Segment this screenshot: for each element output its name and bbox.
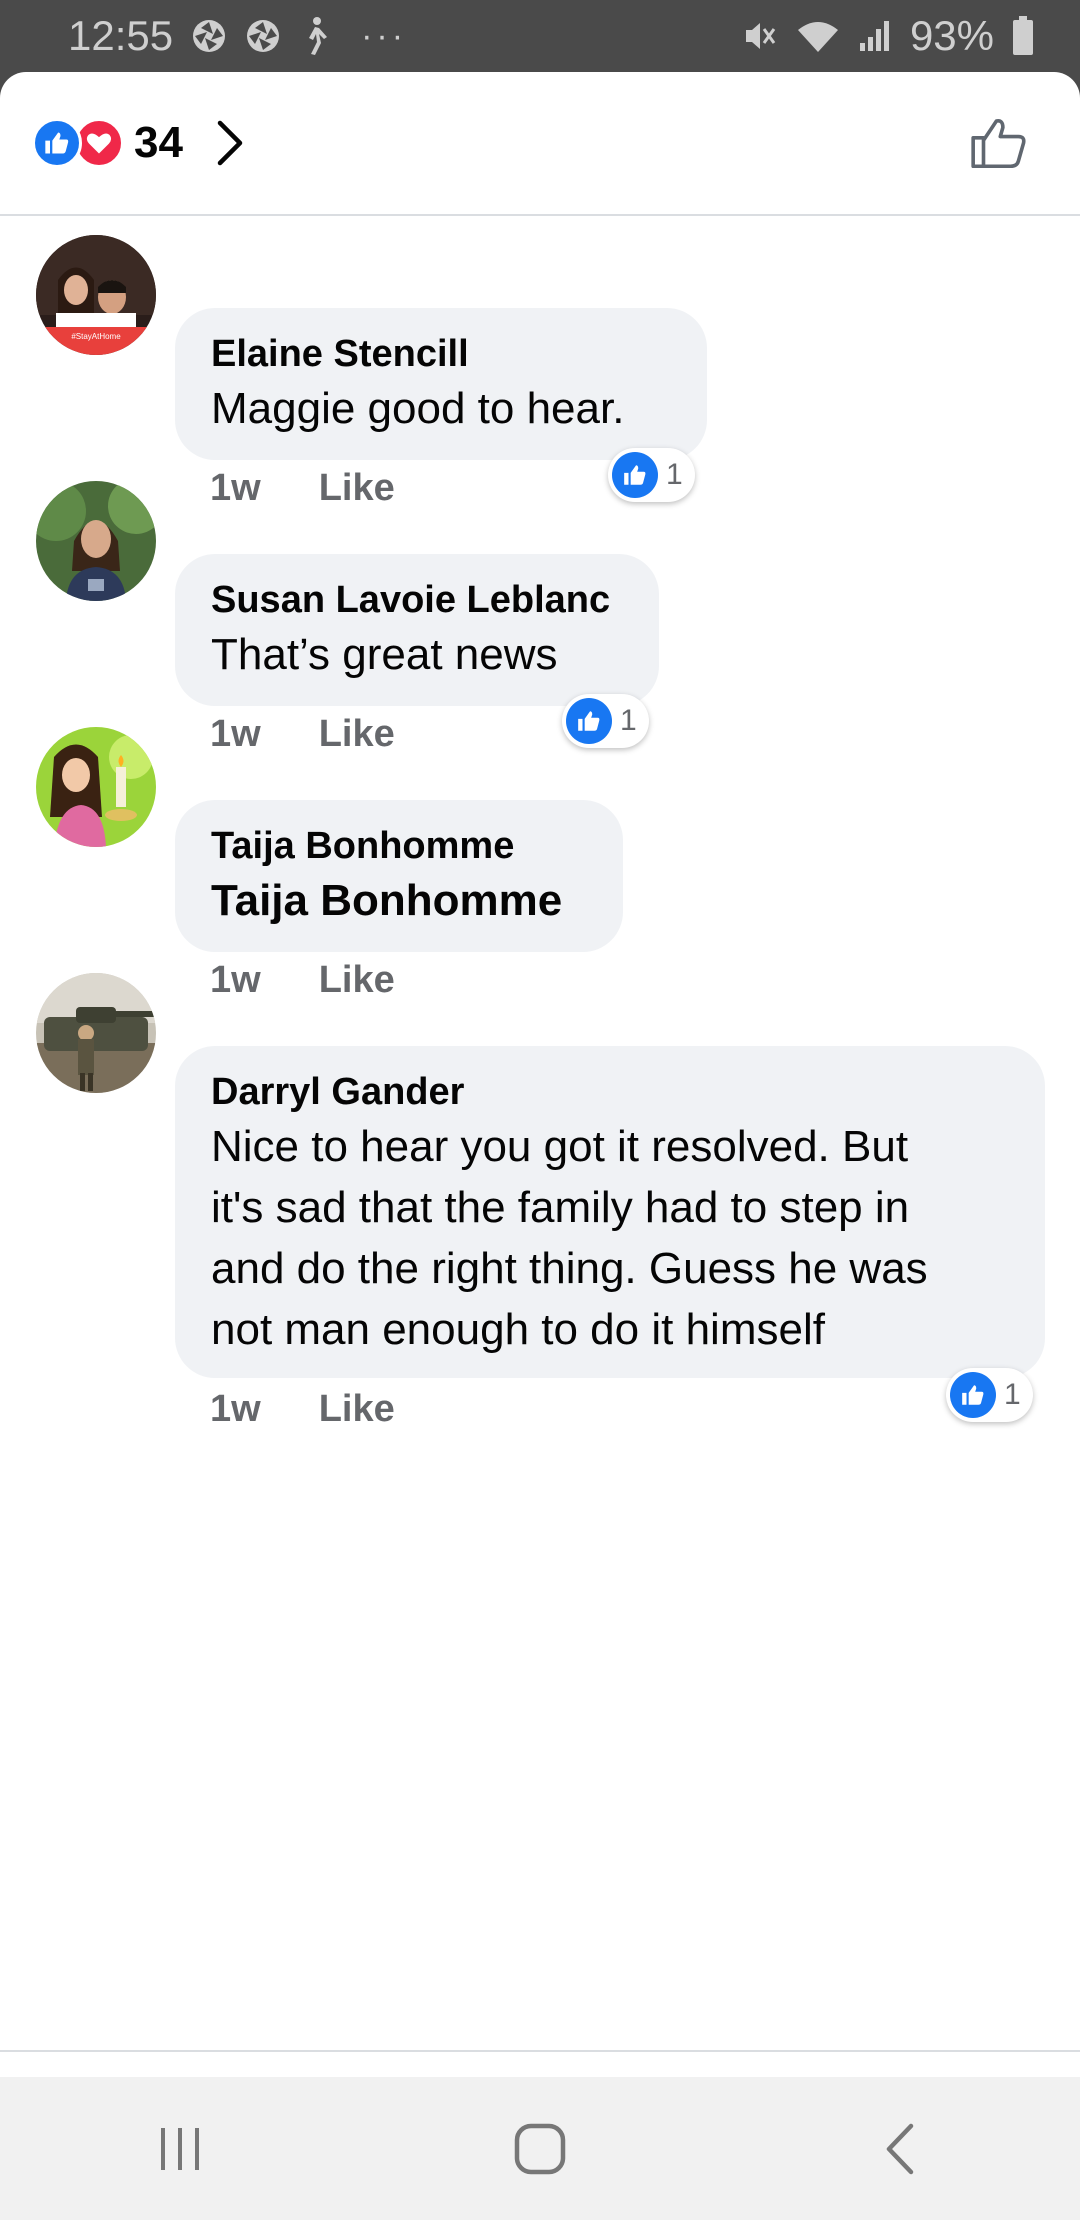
comment-author[interactable]: Susan Lavoie Leblanc (211, 576, 623, 624)
reaction-count: 34 (134, 118, 183, 167)
comment-text: Maggie good to hear. (211, 384, 625, 433)
comment-meta: 1w Like (210, 713, 395, 756)
avatar[interactable] (36, 481, 156, 601)
comment-bubble[interactable]: Taija Bonhomme Taija Bonhomme (175, 800, 623, 952)
comment-like-button[interactable]: Like (319, 959, 395, 1002)
status-bar: 12:55 ··· 93% (0, 0, 1080, 72)
like-reaction-icon (612, 452, 658, 498)
walking-icon (299, 16, 331, 56)
signal-icon (858, 19, 892, 53)
battery-percent: 93% (909, 12, 994, 59)
svg-text:#StayAtHome: #StayAtHome (71, 332, 121, 341)
reaction-count: 1 (1004, 1378, 1021, 1411)
comment-meta: 1w Like (210, 959, 395, 1002)
comment-reactions[interactable]: 1 (562, 694, 649, 748)
comments-sheet: 34 #StayAtHome Elaine Stencill Maggie go… (0, 72, 1080, 2077)
like-button[interactable] (966, 110, 1032, 176)
comment-text: Taija Bonhomme (211, 876, 563, 925)
back-button[interactable] (850, 2099, 950, 2199)
like-reaction-icon (950, 1372, 996, 1418)
comment-text-line: Nice to hear you got it resolved. But (211, 1122, 909, 1171)
reaction-count: 1 (620, 704, 637, 737)
comment-author[interactable]: Taija Bonhomme (211, 822, 587, 870)
recent-apps-icon (161, 2127, 199, 2170)
chevron-right-icon[interactable] (215, 118, 245, 168)
comment-like-button[interactable]: Like (319, 467, 395, 510)
reaction-count: 1 (666, 458, 683, 491)
like-reaction-icon (32, 118, 82, 168)
avatar[interactable]: #StayAtHome (36, 235, 156, 355)
comment-like-button[interactable]: Like (319, 1388, 395, 1431)
comment-meta: 1w Like (210, 1388, 395, 1431)
comment-text-line: and do the right thing. Guess he was (211, 1244, 928, 1293)
comment-reactions[interactable]: 1 (946, 1368, 1033, 1422)
wifi-icon (796, 18, 840, 54)
comment-bubble[interactable]: Susan Lavoie Leblanc That’s great news (175, 554, 659, 706)
like-reaction-icon (566, 698, 612, 744)
home-button[interactable] (490, 2099, 590, 2199)
comment-time[interactable]: 1w (210, 1388, 261, 1431)
thumbs-up-outline-icon (971, 119, 1026, 169)
mute-icon (740, 17, 778, 55)
reaction-summary[interactable]: 34 (32, 118, 245, 168)
sheet-bottom-divider (0, 2050, 1080, 2052)
comment-bubble[interactable]: Darryl Gander Nice to hear you got it re… (175, 1046, 1045, 1378)
comment-text: That’s great news (211, 630, 558, 679)
comment-text-line: not man enough to do it himself (211, 1305, 825, 1354)
comment-time[interactable]: 1w (210, 959, 261, 1002)
comment-bubble[interactable]: Elaine Stencill Maggie good to hear. (175, 308, 707, 460)
back-icon (886, 2123, 914, 2174)
avatar[interactable] (36, 973, 156, 1093)
comment-author[interactable]: Darryl Gander (211, 1068, 1009, 1116)
more-dots-icon: ··· (361, 16, 408, 55)
comment-reactions[interactable]: 1 (608, 448, 695, 502)
sheet-header: 34 (0, 72, 1080, 216)
aperture-icon (191, 18, 227, 54)
battery-icon (1012, 16, 1034, 56)
aperture-icon (245, 18, 281, 54)
comment-text-line: it's sad that the family had to step in (211, 1183, 910, 1232)
comment-author[interactable]: Elaine Stencill (211, 330, 671, 378)
home-icon (514, 2123, 566, 2174)
comment-like-button[interactable]: Like (319, 713, 395, 756)
status-time: 12:55 (68, 12, 174, 59)
comment-time[interactable]: 1w (210, 467, 261, 510)
comment-meta: 1w Like (210, 467, 395, 510)
navigation-bar (0, 2077, 1080, 2220)
comment-time[interactable]: 1w (210, 713, 261, 756)
avatar[interactable] (36, 727, 156, 847)
recent-apps-button[interactable] (130, 2099, 230, 2199)
